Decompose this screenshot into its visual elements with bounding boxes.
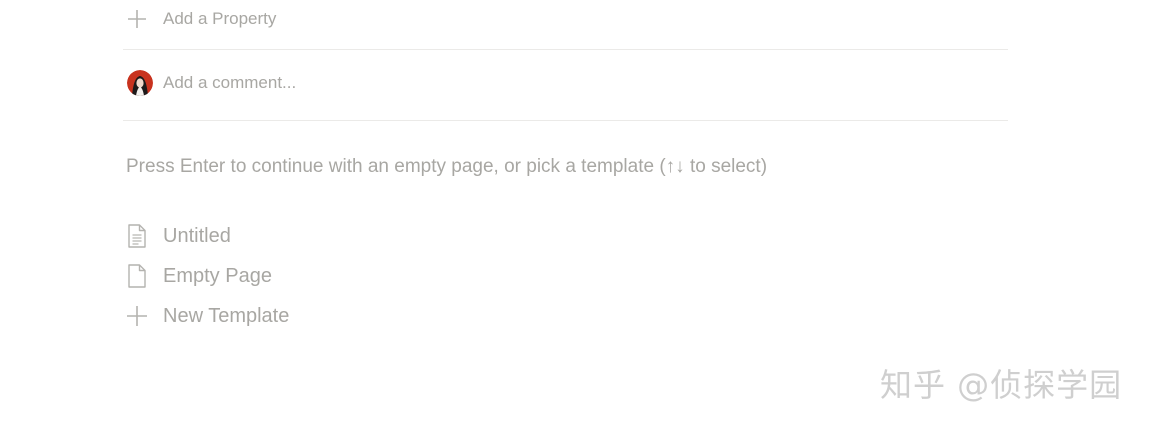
new-template-button[interactable]: New Template (124, 296, 289, 336)
template-label: Untitled (163, 224, 231, 247)
empty-page-icon (124, 263, 150, 289)
comment-row (127, 68, 763, 98)
template-untitled[interactable]: Untitled (124, 216, 289, 256)
text-page-icon (124, 223, 150, 249)
template-label: Empty Page (163, 264, 272, 287)
template-hint: Press Enter to continue with an empty pa… (126, 156, 768, 177)
user-avatar (127, 70, 153, 96)
template-label: New Template (163, 304, 290, 327)
template-empty-page[interactable]: Empty Page (124, 256, 289, 296)
plus-icon (124, 303, 150, 329)
divider (123, 120, 1008, 121)
add-property-label: Add a Property (163, 9, 277, 28)
add-property-button[interactable]: Add a Property (126, 4, 276, 34)
template-list: Untitled Empty Page New Template (124, 216, 289, 336)
watermark: 知乎 @侦探学园 (880, 366, 1123, 404)
plus-icon (126, 8, 148, 30)
comment-input[interactable] (163, 73, 763, 93)
divider (123, 49, 1008, 50)
